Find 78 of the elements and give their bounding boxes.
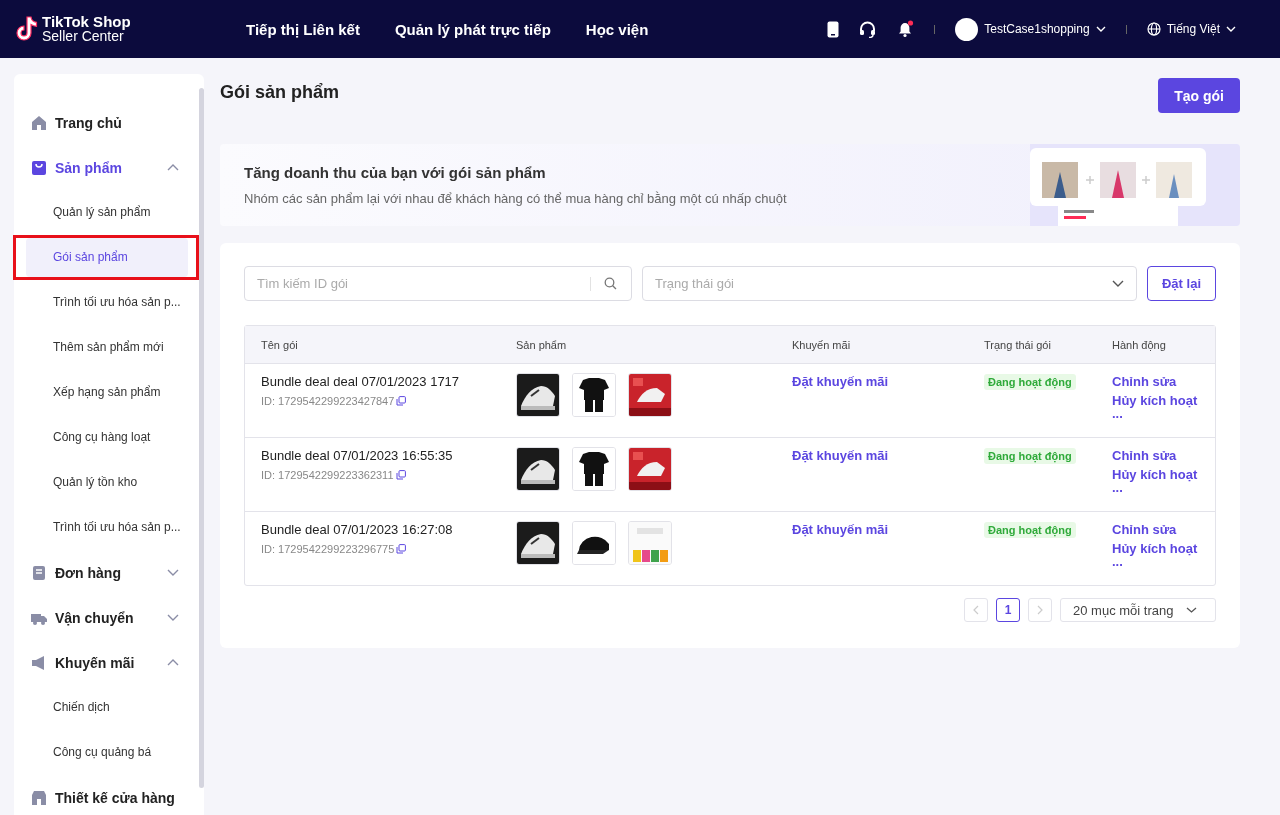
chevron-right-icon	[1037, 605, 1043, 615]
sidebar-subitem[interactable]: Thêm sản phẩm mới	[16, 328, 196, 367]
sidebar-item[interactable]: Sản phẩm	[14, 145, 199, 190]
action-link[interactable]: ...	[1112, 410, 1123, 418]
caret-icon	[1226, 26, 1236, 32]
section-icon	[31, 114, 47, 131]
caret-icon	[1095, 26, 1106, 32]
action-link[interactable]: ...	[1112, 484, 1123, 492]
action-link[interactable]: Chỉnh sửa	[1112, 372, 1177, 391]
headset-icon[interactable]	[859, 20, 877, 38]
status-badge: Đang hoạt động	[984, 522, 1076, 538]
create-bundle-button[interactable]: Tạo gói	[1158, 78, 1240, 113]
sidebar-item[interactable]: Thiết kế cửa hàng	[14, 775, 199, 815]
page-size-dropdown[interactable]: 20 mục mỗi trang	[1060, 598, 1216, 622]
sidebar-item[interactable]: Khuyến mãi	[14, 640, 199, 685]
music-note-logo-icon	[14, 15, 38, 43]
bell-icon[interactable]	[896, 20, 915, 38]
action-link[interactable]: Hủy kích hoạt	[1112, 465, 1198, 484]
column-header: Khuyến mãi	[791, 338, 852, 351]
bundle-name: Bundle deal deal 07/01/2023 1717	[261, 374, 461, 389]
sidebar-subitem[interactable]: Quản lý sản phẩm	[16, 193, 196, 232]
copy-icon[interactable]	[395, 470, 406, 480]
reset-button[interactable]: Đặt lại	[1147, 266, 1216, 301]
bundle-name: Bundle deal 07/01/2023 16:27:08	[261, 522, 454, 537]
status-badge: Đang hoạt động	[984, 374, 1076, 390]
banner-title: Tăng doanh thu của bạn với gói sản phẩm	[244, 164, 547, 181]
section-icon	[31, 159, 47, 176]
action-link[interactable]: Chỉnh sửa	[1112, 520, 1177, 539]
set-promotion-link[interactable]: Đặt khuyến mãi	[792, 448, 889, 463]
bundle-name: Bundle deal 07/01/2023 16:55:35	[261, 448, 454, 463]
section-icon	[31, 564, 47, 581]
bundle-id: ID: 1729542299223362311	[261, 469, 394, 481]
banner-description: Nhóm các sản phẩm lại với nhau để khách hàng có thể mua hàng chỉ bằng một cú nhấp chuột	[244, 191, 787, 206]
bundle-id: ID: 1729542299223296775	[261, 543, 395, 555]
caret-icon	[1112, 280, 1124, 287]
bundle-id: ID: 1729542299223427847	[261, 395, 395, 407]
sidebar-subitem[interactable]: Xếp hạng sản phẩm	[16, 373, 196, 412]
nav-link[interactable]: Tiếp thị Liên kết	[246, 20, 360, 38]
search-icon	[604, 277, 617, 290]
avatar-icon	[955, 17, 979, 41]
globe-icon	[1146, 22, 1161, 36]
set-promotion-link[interactable]: Đặt khuyến mãi	[792, 522, 889, 537]
status-badge: Đang hoạt động	[984, 448, 1076, 464]
column-header: Trạng thái gói	[983, 338, 1052, 351]
column-header: Tên gói	[260, 338, 299, 351]
nav-link[interactable]: Học viện	[585, 20, 649, 38]
sidebar-item[interactable]: Trang chủ	[14, 100, 199, 145]
page-title: Gói sản phẩm	[220, 82, 340, 103]
chevron-left-icon	[973, 605, 979, 615]
sidebar-subitem[interactable]: Chiến dịch	[16, 688, 196, 727]
sidebar-subitem[interactable]: Quản lý tồn kho	[16, 463, 196, 502]
caret-icon	[1186, 607, 1197, 613]
sidebar-subitem[interactable]: Công cụ quảng bá	[16, 733, 196, 772]
sidebar-subitem[interactable]: Công cụ hàng loạt	[16, 418, 196, 457]
action-link[interactable]: Hủy kích hoạt	[1112, 539, 1198, 558]
search-field[interactable]: Tìm kiếm ID gói	[244, 266, 632, 301]
scrollbar-thumb[interactable]	[199, 88, 204, 788]
sidebar-item[interactable]: Vận chuyển	[14, 595, 199, 640]
nav-link[interactable]: Quản lý phát trực tiếp	[394, 20, 551, 38]
sidebar-item[interactable]: Đơn hàng	[14, 550, 199, 595]
copy-icon[interactable]	[396, 396, 407, 406]
action-link[interactable]: Chỉnh sửa	[1112, 446, 1177, 465]
sidebar-subitem[interactable]: Trình tối ưu hóa sản p...	[16, 283, 196, 322]
page-button[interactable]: 1	[996, 598, 1020, 622]
column-header: Hành động	[1111, 338, 1167, 351]
account-menu[interactable]: TestCase1shopping	[955, 17, 1106, 41]
section-icon	[31, 789, 47, 806]
copy-icon[interactable]	[396, 544, 407, 554]
language-menu[interactable]: Tiếng Việt	[1146, 22, 1236, 36]
sidebar-subitem[interactable]: Gói sản phẩm	[26, 238, 188, 277]
phone-icon[interactable]	[827, 20, 840, 38]
logo-subtitle: Seller Center	[42, 29, 124, 44]
sidebar-subitem[interactable]: Trình tối ưu hóa sản p...	[16, 508, 196, 547]
column-header: Sản phẩm	[515, 338, 568, 351]
action-link[interactable]: ...	[1112, 558, 1123, 566]
set-promotion-link[interactable]: Đặt khuyến mãi	[792, 374, 889, 389]
action-link[interactable]: Hủy kích hoạt	[1112, 391, 1198, 410]
section-icon	[31, 654, 47, 671]
